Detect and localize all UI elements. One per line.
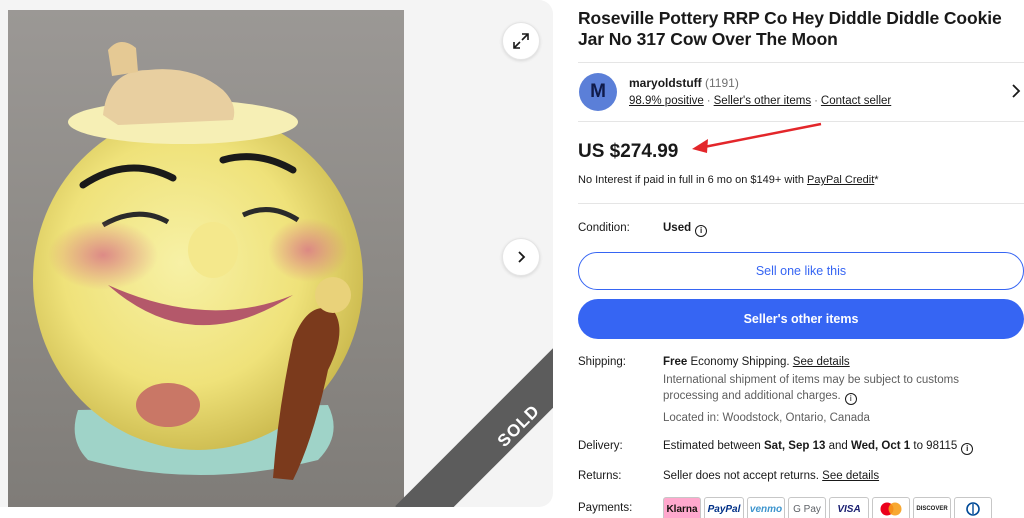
payment-methods: Klarna PayPal venmo G Pay VISA DISCOVER xyxy=(663,497,992,518)
sold-ribbon: SOLD xyxy=(384,338,553,507)
item-location: Located in: Woodstock, Ontario, Canada xyxy=(663,412,870,424)
sellers-other-items-button[interactable]: Seller's other items xyxy=(578,299,1024,339)
seller-card[interactable]: M maryoldstuff (1191) 98.9% positive · Sel… xyxy=(578,62,1024,122)
info-icon[interactable]: i xyxy=(961,442,974,455)
sellers-other-items-link[interactable]: Seller's other items xyxy=(714,95,811,107)
payments-label: Payments: xyxy=(578,502,633,514)
returns-value: Seller does not accept returns. See deta… xyxy=(663,470,880,482)
mastercard-logo xyxy=(872,497,910,518)
google-pay-logo: G Pay xyxy=(788,497,826,518)
info-icon[interactable]: i xyxy=(844,392,857,405)
divider xyxy=(578,203,1024,204)
visa-logo: VISA xyxy=(829,497,869,518)
positive-feedback-link[interactable]: 98.9% positive xyxy=(629,95,704,107)
condition-value: Used i xyxy=(663,222,708,237)
contact-seller-link[interactable]: Contact seller xyxy=(821,95,891,107)
condition-label: Condition: xyxy=(578,222,630,234)
avatar[interactable]: M xyxy=(579,73,617,111)
cookie-jar-image xyxy=(33,41,363,480)
listing-details: Roseville Pottery RRP Co Hey Diddle Didd… xyxy=(578,0,1024,518)
chevron-right-icon[interactable] xyxy=(1010,83,1022,99)
financing-text: No Interest if paid in full in 6 mo on $… xyxy=(578,174,879,186)
price: US $274.99 xyxy=(578,141,679,162)
shipping-value: Free Economy Shipping. See details xyxy=(663,356,850,368)
image-gallery: SOLD xyxy=(0,0,553,507)
feedback-count: (1191) xyxy=(705,76,739,90)
seller-links: 98.9% positive · Seller's other items · Cont… xyxy=(629,95,892,107)
next-image-button[interactable] xyxy=(502,238,540,276)
shipping-label: Shipping: xyxy=(578,356,626,368)
listing-title: Roseville Pottery RRP Co Hey Diddle Didd… xyxy=(578,8,1002,49)
expand-icon xyxy=(513,33,529,49)
venmo-logo: venmo xyxy=(747,497,785,518)
expand-button[interactable] xyxy=(502,22,540,60)
shipping-details-link[interactable]: See details xyxy=(793,356,850,368)
paypal-credit-link[interactable]: PayPal Credit xyxy=(807,174,874,186)
product-photo[interactable] xyxy=(8,10,404,507)
info-icon[interactable]: i xyxy=(695,224,708,237)
international-note-2: processing and additional charges. i xyxy=(663,390,857,405)
sell-one-like-this-button[interactable]: Sell one like this xyxy=(578,252,1024,290)
seller-name[interactable]: maryoldstuff (1191) xyxy=(629,76,739,90)
chevron-right-icon xyxy=(518,251,526,263)
klarna-logo: Klarna xyxy=(663,497,701,518)
delivery-label: Delivery: xyxy=(578,440,623,452)
sold-label: SOLD xyxy=(493,400,544,451)
international-note: International shipment of items may be s… xyxy=(663,374,959,386)
diners-logo xyxy=(954,497,992,518)
returns-details-link[interactable]: See details xyxy=(822,470,879,482)
red-arrow-annotation xyxy=(692,122,822,153)
returns-label: Returns: xyxy=(578,470,622,482)
delivery-estimate: Estimated between Sat, Sep 13 and Wed, O… xyxy=(663,440,974,455)
discover-logo: DISCOVER xyxy=(913,497,951,518)
paypal-logo: PayPal xyxy=(704,497,744,518)
